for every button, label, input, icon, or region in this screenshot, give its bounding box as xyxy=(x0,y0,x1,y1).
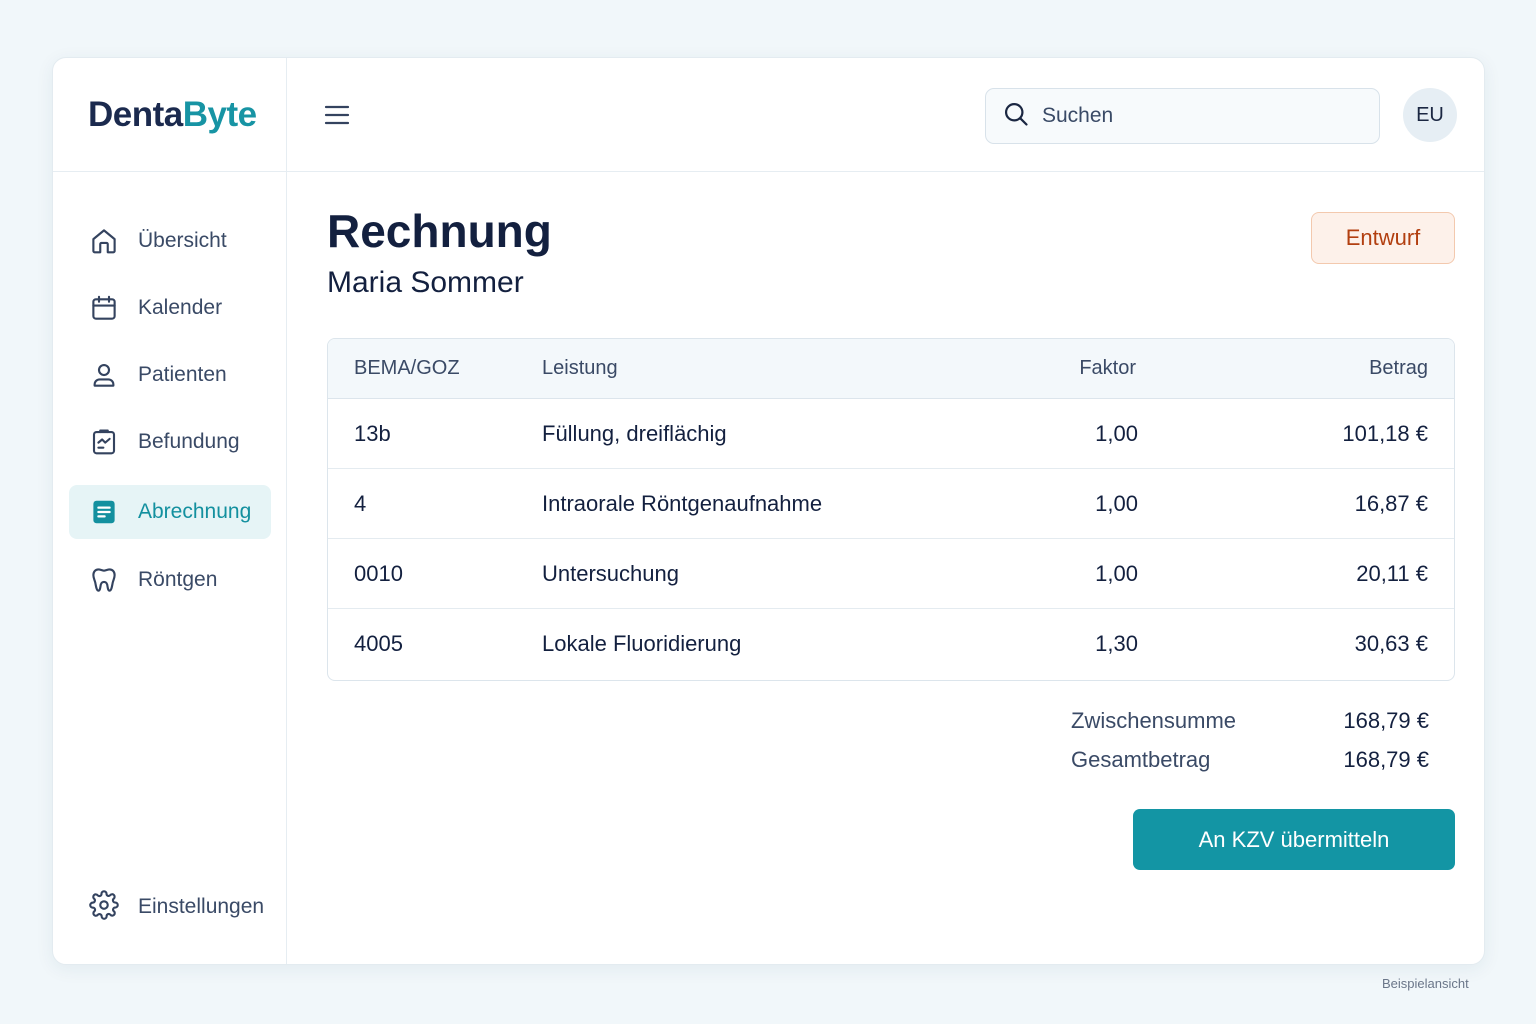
logo-text-denta: Denta xyxy=(88,94,183,134)
app-window: DentaByte Übersicht Kalender Patienten B… xyxy=(52,57,1485,965)
sidebar-item-label: Patienten xyxy=(138,363,227,386)
sidebar-item-einstellungen[interactable]: Einstellungen xyxy=(69,880,271,934)
cell-service: Intraorale Röntgenaufnahme xyxy=(542,490,823,516)
cell-factor: 1,30 xyxy=(1095,631,1138,656)
home-icon xyxy=(89,226,119,256)
main-content: EU Rechnung Maria Sommer Entwurf BEMA/GO… xyxy=(287,58,1484,964)
subtotal-value: 168,79 € xyxy=(1343,708,1429,733)
sidebar: DentaByte Übersicht Kalender Patienten B… xyxy=(53,58,287,964)
settings-label: Einstellungen xyxy=(138,895,265,918)
patient-name: Maria Sommer xyxy=(327,266,524,299)
total-value: 168,79 € xyxy=(1343,747,1429,772)
topbar: EU xyxy=(287,58,1484,172)
user-icon xyxy=(89,360,119,390)
cell-factor: 1,00 xyxy=(1095,420,1138,446)
column-header-code: BEMA/GOZ xyxy=(354,357,460,379)
cell-factor: 1,00 xyxy=(1095,560,1138,586)
cell-code: 13b xyxy=(354,420,391,446)
sidebar-item-patienten[interactable]: Patienten xyxy=(69,348,271,402)
sidebar-item-abrechnung[interactable]: Abrechnung xyxy=(69,485,271,539)
status-badge: Entwurf xyxy=(1311,212,1455,264)
cell-amount: 101,18 € xyxy=(1342,420,1428,446)
sidebar-item-label: Kalender xyxy=(138,296,223,319)
total-row: Gesamtbetrag 168,79 € xyxy=(1071,747,1455,786)
app-logo[interactable]: DentaByte xyxy=(88,95,257,135)
table-row[interactable]: 0010 Untersuchung 1,00 20,11 € xyxy=(328,539,1454,609)
subtotal-row: Zwischensumme 168,79 € xyxy=(1071,708,1455,747)
invoice-table: BEMA/GOZ Leistung Faktor Betrag 13b Füll… xyxy=(327,338,1455,681)
sidebar-item-befundung[interactable]: Befundung xyxy=(69,415,271,469)
sidebar-item-label: Röntgen xyxy=(138,568,218,591)
sidebar-item-uebersicht[interactable]: Übersicht xyxy=(69,214,271,268)
cell-code: 4005 xyxy=(354,631,403,656)
page-title: Rechnung xyxy=(327,205,552,257)
submit-kzv-button[interactable]: An KZV übermitteln xyxy=(1133,809,1455,870)
cell-service: Untersuchung xyxy=(542,560,679,586)
totals-summary: Zwischensumme 168,79 € Gesamtbetrag 168,… xyxy=(1071,708,1455,786)
avatar[interactable]: EU xyxy=(1403,88,1457,142)
footer-caption: Beispielansicht xyxy=(1382,976,1469,991)
cell-amount: 20,11 € xyxy=(1356,560,1428,586)
invoice-icon xyxy=(89,497,119,527)
logo-area: DentaByte xyxy=(53,58,286,172)
tooth-icon xyxy=(89,565,119,595)
column-header-amount: Betrag xyxy=(1369,357,1428,379)
sidebar-item-roentgen[interactable]: Röntgen xyxy=(69,553,271,607)
cell-amount: 30,63 € xyxy=(1354,631,1428,656)
cell-service: Füllung, dreiflächig xyxy=(542,420,727,446)
table-row[interactable]: 13b Füllung, dreiflächig 1,00 101,18 € xyxy=(328,399,1454,469)
column-header-factor: Faktor xyxy=(1079,357,1136,379)
cell-factor: 1,00 xyxy=(1095,490,1138,516)
sidebar-item-label: Abrechnung xyxy=(138,500,252,523)
total-label: Gesamtbetrag xyxy=(1071,747,1211,772)
menu-icon[interactable] xyxy=(323,101,351,129)
sidebar-item-label: Übersicht xyxy=(138,229,227,252)
clipboard-chart-icon xyxy=(89,427,119,457)
cell-code: 0010 xyxy=(354,560,403,586)
logo-text-byte: Byte xyxy=(182,94,257,134)
search-input[interactable] xyxy=(1042,104,1342,128)
gear-icon xyxy=(89,889,119,925)
cell-amount: 16,87 € xyxy=(1354,490,1428,516)
search-icon xyxy=(1002,100,1030,133)
sidebar-item-kalender[interactable]: Kalender xyxy=(69,281,271,335)
calendar-icon xyxy=(89,293,119,323)
table-row[interactable]: 4 Intraorale Röntgenaufnahme 1,00 16,87 … xyxy=(328,469,1454,539)
table-row[interactable]: 4005 Lokale Fluoridierung 1,30 30,63 € xyxy=(328,609,1454,679)
sidebar-item-label: Befundung xyxy=(138,430,240,453)
cell-code: 4 xyxy=(354,490,367,516)
table-header: BEMA/GOZ Leistung Faktor Betrag xyxy=(328,339,1454,399)
search-box xyxy=(985,88,1380,144)
subtotal-label: Zwischensumme xyxy=(1071,708,1237,733)
cell-service: Lokale Fluoridierung xyxy=(542,631,742,656)
column-header-service: Leistung xyxy=(542,357,618,379)
